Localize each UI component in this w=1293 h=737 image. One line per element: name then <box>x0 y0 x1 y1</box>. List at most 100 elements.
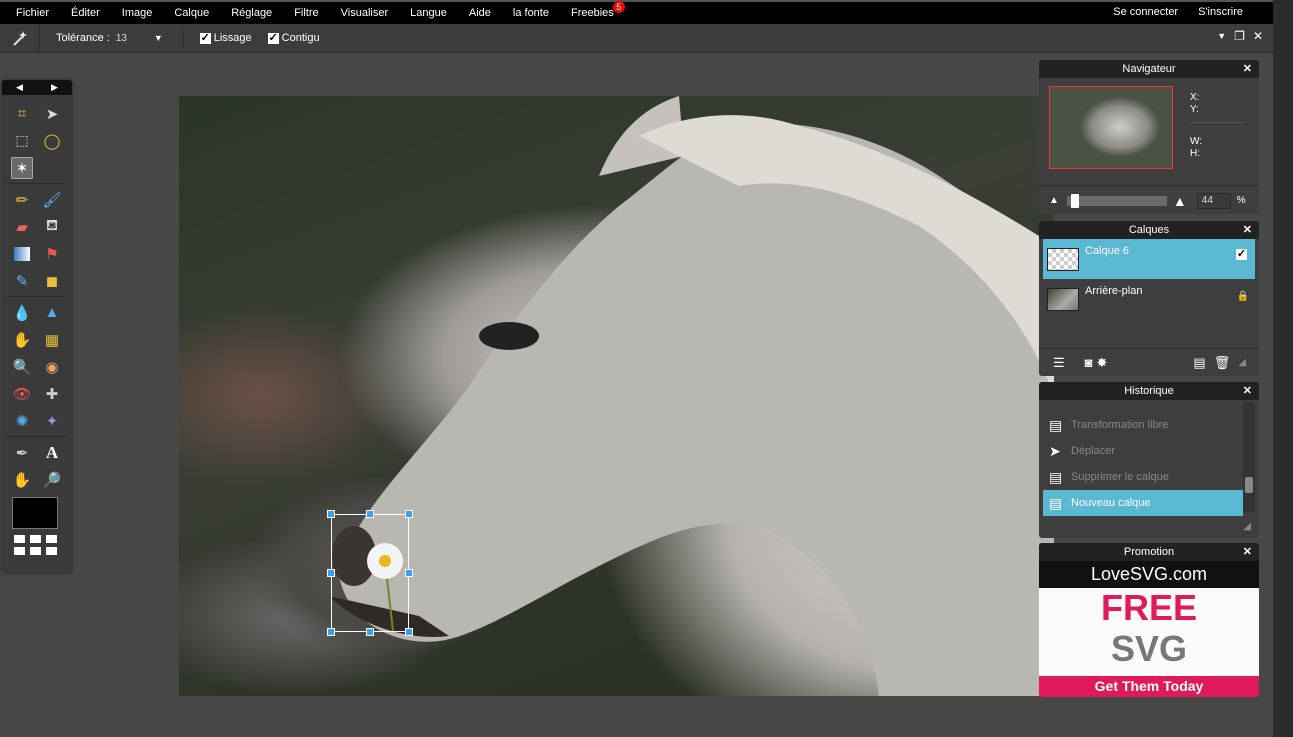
layers-header: Calques ✕ <box>1039 221 1259 239</box>
red-eye-tool-icon[interactable]: 👁 <box>7 380 37 407</box>
resize-handle-icon[interactable]: ◢ <box>1243 521 1251 532</box>
grid-cell <box>30 547 41 555</box>
zoom-tool-icon[interactable]: 🔎 <box>37 466 67 493</box>
transform-handle[interactable] <box>327 628 335 636</box>
menu-visualiser[interactable]: Visualiser <box>330 3 400 23</box>
menu-image[interactable]: Image <box>111 3 164 23</box>
smudge-tool-icon[interactable]: ✋ <box>7 326 37 353</box>
zoom-in-icon[interactable]: ▲ <box>1173 193 1187 209</box>
restore-icon[interactable]: ❐ <box>1234 29 1245 43</box>
brush-tool-icon[interactable]: 🖌 <box>37 186 67 213</box>
zoom-slider[interactable] <box>1066 193 1167 208</box>
layer-mask-icon[interactable]: ◙ <box>1085 355 1093 370</box>
delete-layer-icon[interactable]: 🗑 <box>1214 355 1231 371</box>
move-tool-icon[interactable]: ➤ <box>37 100 67 127</box>
image-canvas[interactable] <box>179 96 1054 696</box>
layer-settings-icon[interactable]: ☰ <box>1053 355 1065 371</box>
eraser-tool-icon[interactable]: ▰ <box>7 213 37 240</box>
grid-cell <box>30 535 41 543</box>
transform-selection-box[interactable] <box>331 514 409 632</box>
menu-la-fonte[interactable]: la fonte <box>502 3 560 23</box>
arrow-left-icon[interactable]: ◀ <box>16 82 23 93</box>
sponge-tool-icon[interactable]: ▦ <box>37 326 67 353</box>
history-item[interactable]: ▤ Transformation libre <box>1039 412 1243 438</box>
tool-grid: ⌗ ➤ ⬚ ◯ ✶ ✏ 🖌 ▰ ⛾ ⚑ ✎ ◼ 💧 ▲ ✋ ▦ 🔍 ◉ 👁 ✚ … <box>2 95 72 493</box>
blur-tool-icon[interactable]: 💧 <box>7 299 37 326</box>
menu-filtre[interactable]: Filtre <box>283 3 329 23</box>
color-replace-tool-icon[interactable]: ✎ <box>7 267 37 294</box>
view-toggle-grid[interactable] <box>14 535 57 555</box>
close-icon[interactable]: ✕ <box>1243 60 1252 78</box>
promo-cta-button[interactable]: Get Them Today <box>1039 676 1259 697</box>
arrow-right-icon[interactable]: ▶ <box>51 82 58 93</box>
spot-heal-tool-icon[interactable]: ✚ <box>37 380 67 407</box>
empty-slot <box>37 154 67 181</box>
type-tool-icon[interactable]: A <box>37 439 67 466</box>
color-picker-tool-icon[interactable]: ✒ <box>7 439 37 466</box>
close-icon[interactable]: ✕ <box>1243 221 1252 239</box>
history-item[interactable]: ➤ Déplacer <box>1039 438 1243 464</box>
history-label: Transformation libre <box>1071 419 1169 431</box>
menu-aide[interactable]: Aide <box>458 3 502 23</box>
dodge-tool-icon[interactable]: 🔍 <box>7 353 37 380</box>
pinch-tool-icon[interactable]: ✦ <box>37 407 67 434</box>
hand-tool-icon[interactable]: ✋ <box>7 466 37 493</box>
close-icon[interactable]: ✕ <box>1243 382 1252 400</box>
history-scroll-knob[interactable] <box>1245 477 1253 493</box>
transform-handle[interactable] <box>327 569 335 577</box>
sharpen-tool-icon[interactable]: ▲ <box>37 299 67 326</box>
tolerance-input[interactable] <box>111 29 152 47</box>
grid-cell <box>14 547 25 555</box>
close-icon[interactable]: ✕ <box>1253 29 1263 43</box>
menu-fichier[interactable]: Fichier <box>0 3 60 23</box>
sign-up-link[interactable]: S'inscrire <box>1188 2 1253 22</box>
history-scrollbar[interactable] <box>1243 402 1255 512</box>
paint-bucket-tool-icon[interactable]: ⛾ <box>37 213 67 240</box>
menu-calque[interactable]: Calque <box>163 3 220 23</box>
close-icon[interactable]: ✕ <box>1243 543 1252 561</box>
transform-handle[interactable] <box>327 510 335 518</box>
transform-handle[interactable] <box>366 510 374 518</box>
marquee-tool-icon[interactable]: ⬚ <box>7 127 37 154</box>
promo-banner[interactable]: LoveSVG.com FREE SVG Get Them Today <box>1039 561 1259 697</box>
layer-effects-icon[interactable]: ✸ <box>1097 355 1108 371</box>
menu-freebies[interactable]: Freebies 5 <box>560 1 625 23</box>
pencil-tool-icon[interactable]: ✏ <box>7 186 37 213</box>
lasso-tool-icon[interactable]: ◯ <box>37 127 67 154</box>
clone-stamp-tool-icon[interactable]: ⚑ <box>37 240 67 267</box>
menu-reglage[interactable]: Réglage <box>220 3 283 23</box>
zoom-input[interactable]: 44 <box>1196 192 1231 209</box>
layer-thumbnail <box>1047 287 1079 311</box>
resize-handle-icon[interactable]: ◢ <box>1238 357 1246 368</box>
burn-tool-icon[interactable]: ◉ <box>37 353 67 380</box>
sign-in-link[interactable]: Se connecter <box>1103 2 1188 22</box>
navigator-thumbnail[interactable] <box>1049 86 1173 169</box>
divider <box>7 296 67 297</box>
menu-editer[interactable]: Éditer <box>60 3 111 23</box>
foreground-color-swatch[interactable] <box>12 497 58 529</box>
layer-row[interactable]: Arrière-plan 🔒 <box>1039 279 1259 319</box>
transform-handle[interactable] <box>405 569 413 577</box>
contigu-checkbox[interactable]: ✓ Contigu <box>267 32 320 44</box>
drawing-tool-icon[interactable]: ◼ <box>37 267 67 294</box>
bloat-tool-icon[interactable]: ✺ <box>7 407 37 434</box>
crop-tool-icon[interactable]: ⌗ <box>7 100 37 127</box>
page-scrollbar[interactable] <box>1273 0 1293 737</box>
lissage-checkbox[interactable]: ✓ Lissage <box>199 32 252 44</box>
transform-handle[interactable] <box>405 628 413 636</box>
dropdown-icon[interactable]: ▼ <box>1217 29 1226 43</box>
transform-handle[interactable] <box>405 510 413 518</box>
zoom-out-icon[interactable]: ▲ <box>1049 195 1059 206</box>
layer-row[interactable]: Calque 6 ✓ <box>1043 239 1255 279</box>
gradient-tool-icon[interactable] <box>7 240 37 267</box>
tolerance-dropdown-icon[interactable]: ▼ <box>154 33 163 43</box>
zoom-slider-knob[interactable] <box>1070 193 1079 208</box>
history-item[interactable]: ▤ Supprimer le calque <box>1039 464 1243 490</box>
menu-langue[interactable]: Langue <box>399 3 458 23</box>
transform-handle[interactable] <box>366 628 374 636</box>
new-layer-icon[interactable]: ▤ <box>1193 355 1205 371</box>
freebies-badge: 5 <box>612 1 625 13</box>
history-item[interactable]: ▤ Nouveau calque <box>1043 490 1243 516</box>
visibility-checkbox[interactable]: ✓ <box>1236 249 1247 260</box>
magic-wand-tool-icon[interactable]: ✶ <box>7 154 37 181</box>
